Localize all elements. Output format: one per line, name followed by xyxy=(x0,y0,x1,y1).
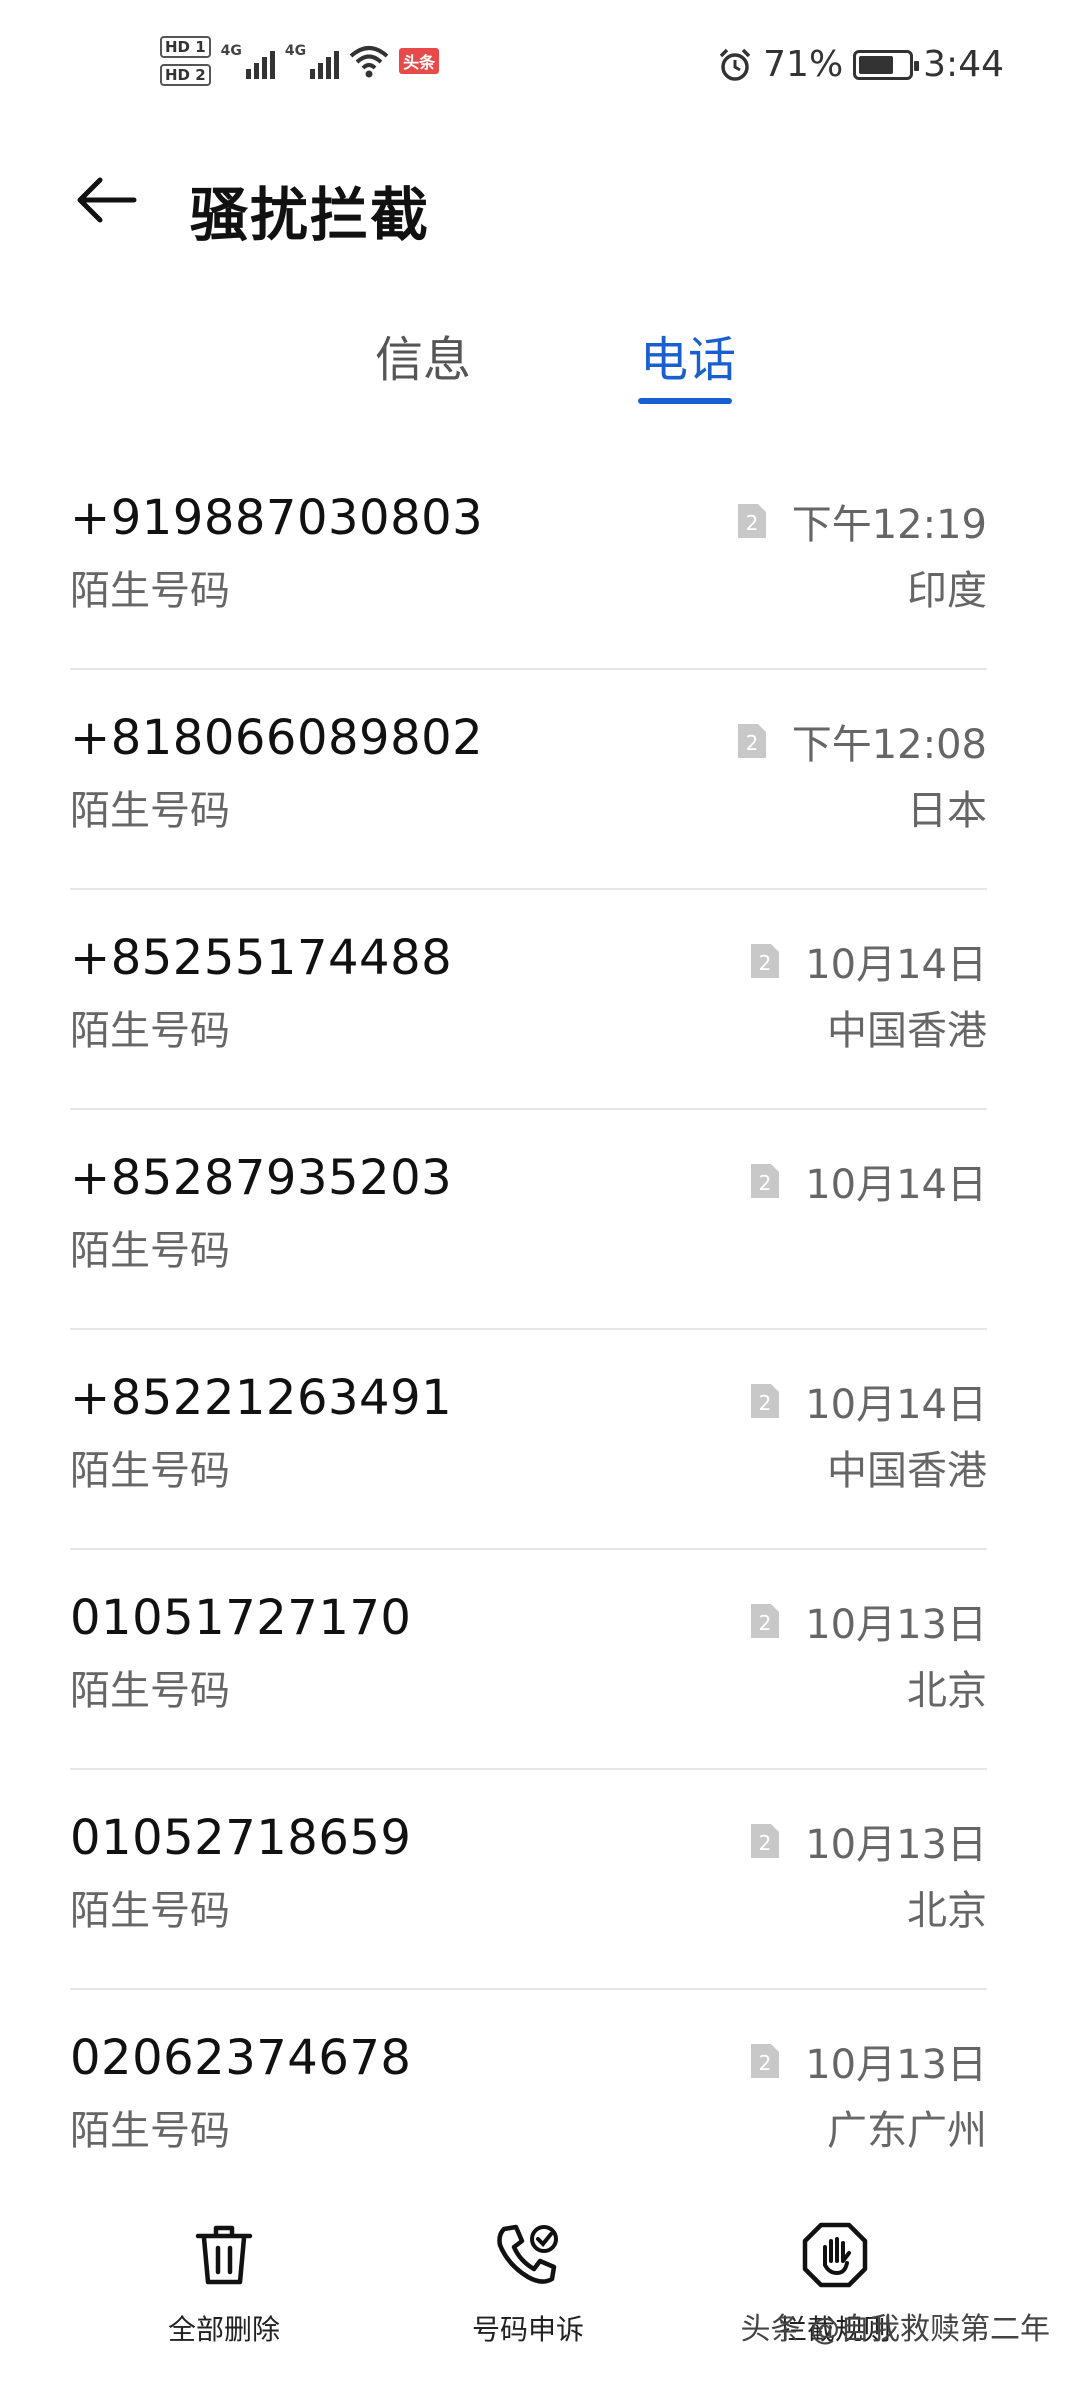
svg-text:2: 2 xyxy=(759,2051,772,2075)
tab-calls[interactable]: 电话 xyxy=(640,320,736,410)
battery-percent: 71% xyxy=(763,44,844,85)
svg-text:2: 2 xyxy=(759,1391,772,1415)
svg-text:2: 2 xyxy=(759,1611,772,1635)
number-tag: 陌生号码 xyxy=(70,788,230,834)
bottom-action-bar: 全部删除 号码申诉 拦截规则 头条 @自我救赎第二年 xyxy=(0,2200,1080,2400)
status-right: 71% 3:44 xyxy=(717,44,1004,85)
phone-number: +818066089802 xyxy=(70,710,484,766)
phone-appeal-icon xyxy=(497,2224,558,2284)
screen: HD 1 HD 2 4G 4G 头条 71% 3:44 骚扰拦截 信息 电话 +… xyxy=(0,0,1080,2400)
number-appeal-button[interactable]: 号码申诉 xyxy=(428,2220,628,2348)
call-time: 10月14日 xyxy=(805,942,987,988)
hd1-icon: HD 1 xyxy=(160,36,211,58)
blocked-call-list: +919887030803 陌生号码 2 下午12:19 印度 +8180660… xyxy=(70,450,987,2210)
sim-card-icon: 2 xyxy=(737,504,766,538)
trash-icon xyxy=(195,2225,253,2285)
page-title: 骚扰拦截 xyxy=(190,181,431,249)
number-location: 中国香港 xyxy=(827,1008,987,1054)
list-item[interactable]: +85287935203 陌生号码 2 10月14日 xyxy=(70,1110,987,1330)
arrow-left-icon xyxy=(77,177,137,223)
signal-icon: 4G xyxy=(221,43,275,79)
phone-number: +85287935203 xyxy=(70,1150,453,1206)
news-badge: 头条 xyxy=(399,48,440,74)
number-tag: 陌生号码 xyxy=(70,1008,230,1054)
phone-number: 01052718659 xyxy=(70,1810,412,1866)
number-tag: 陌生号码 xyxy=(70,1668,230,1714)
network-type-1: 4G xyxy=(220,43,242,59)
list-item[interactable]: +85221263491 陌生号码 2 10月14日 中国香港 xyxy=(70,1330,987,1550)
number-tag: 陌生号码 xyxy=(70,1228,230,1274)
tab-messages[interactable]: 信息 xyxy=(375,320,471,410)
status-left: HD 1 HD 2 4G 4G 头条 xyxy=(160,36,440,86)
number-appeal-label: 号码申诉 xyxy=(471,2313,584,2346)
call-time: 10月13日 xyxy=(805,1822,987,1868)
svg-text:2: 2 xyxy=(759,951,772,975)
call-time: 10月14日 xyxy=(805,1382,987,1428)
list-item[interactable]: +919887030803 陌生号码 2 下午12:19 印度 xyxy=(70,450,987,670)
sim-card-icon: 2 xyxy=(751,944,780,978)
hd2-icon: HD 2 xyxy=(160,64,211,86)
call-time: 下午12:08 xyxy=(791,722,987,768)
sim-card-icon: 2 xyxy=(751,2044,780,2078)
number-location: 中国香港 xyxy=(827,1448,987,1494)
status-bar: HD 1 HD 2 4G 4G 头条 71% 3:44 xyxy=(0,0,1080,130)
hd-indicators: HD 1 HD 2 xyxy=(160,36,211,86)
battery-icon xyxy=(853,49,920,80)
number-location: 北京 xyxy=(907,1668,987,1714)
sim-card-icon: 2 xyxy=(751,1604,780,1638)
number-tag: 陌生号码 xyxy=(70,2108,230,2154)
sim-card-icon: 2 xyxy=(737,724,766,758)
network-type-2: 4G xyxy=(284,43,307,59)
call-time: 10月13日 xyxy=(805,1602,987,1648)
phone-number: +919887030803 xyxy=(70,490,484,546)
list-item[interactable]: 01052718659 陌生号码 2 10月13日 北京 xyxy=(70,1770,987,1990)
list-item[interactable]: 01051727170 陌生号码 2 10月13日 北京 xyxy=(70,1550,987,1770)
list-item[interactable]: +85255174488 陌生号码 2 10月14日 中国香港 xyxy=(70,890,987,1110)
number-location: 印度 xyxy=(907,568,987,614)
list-item[interactable]: 02062374678 陌生号码 2 10月13日 广东广州 xyxy=(70,1990,987,2210)
delete-all-label: 全部删除 xyxy=(167,2313,280,2346)
clock: 3:44 xyxy=(923,44,1004,85)
number-tag: 陌生号码 xyxy=(70,1888,230,1934)
number-tag: 陌生号码 xyxy=(70,568,230,614)
number-location: 日本 xyxy=(907,788,987,834)
call-time: 10月14日 xyxy=(805,1162,987,1208)
call-time: 10月13日 xyxy=(805,2042,987,2088)
phone-number: 01051727170 xyxy=(70,1590,412,1646)
sim-card-icon: 2 xyxy=(751,1824,780,1858)
number-location: 北京 xyxy=(907,1888,987,1934)
svg-text:2: 2 xyxy=(759,1171,772,1195)
signal-icon: 4G xyxy=(284,43,340,79)
phone-number: 02062374678 xyxy=(70,2030,412,2086)
watermark: 头条 @自我救赎第二年 xyxy=(740,2312,1050,2347)
alarm-icon xyxy=(719,48,751,81)
delete-all-button[interactable]: 全部删除 xyxy=(124,2220,324,2348)
tab-active-indicator xyxy=(638,398,732,404)
call-time: 下午12:19 xyxy=(791,502,987,548)
svg-text:2: 2 xyxy=(745,731,758,755)
phone-number: +85255174488 xyxy=(70,930,453,986)
app-header: 骚扰拦截 xyxy=(0,150,1080,250)
wifi-icon xyxy=(349,46,389,78)
sim-card-icon: 2 xyxy=(751,1384,780,1418)
sim-card-icon: 2 xyxy=(751,1164,780,1198)
number-location: 广东广州 xyxy=(827,2108,987,2154)
tab-bar: 信息 电话 xyxy=(0,320,1080,420)
hand-stop-icon xyxy=(802,2222,868,2288)
number-tag: 陌生号码 xyxy=(70,1448,230,1494)
svg-text:2: 2 xyxy=(745,511,758,535)
list-item[interactable]: +818066089802 陌生号码 2 下午12:08 日本 xyxy=(70,670,987,890)
phone-number: +85221263491 xyxy=(70,1370,453,1426)
back-button[interactable] xyxy=(68,162,144,238)
svg-text:2: 2 xyxy=(759,1831,772,1855)
